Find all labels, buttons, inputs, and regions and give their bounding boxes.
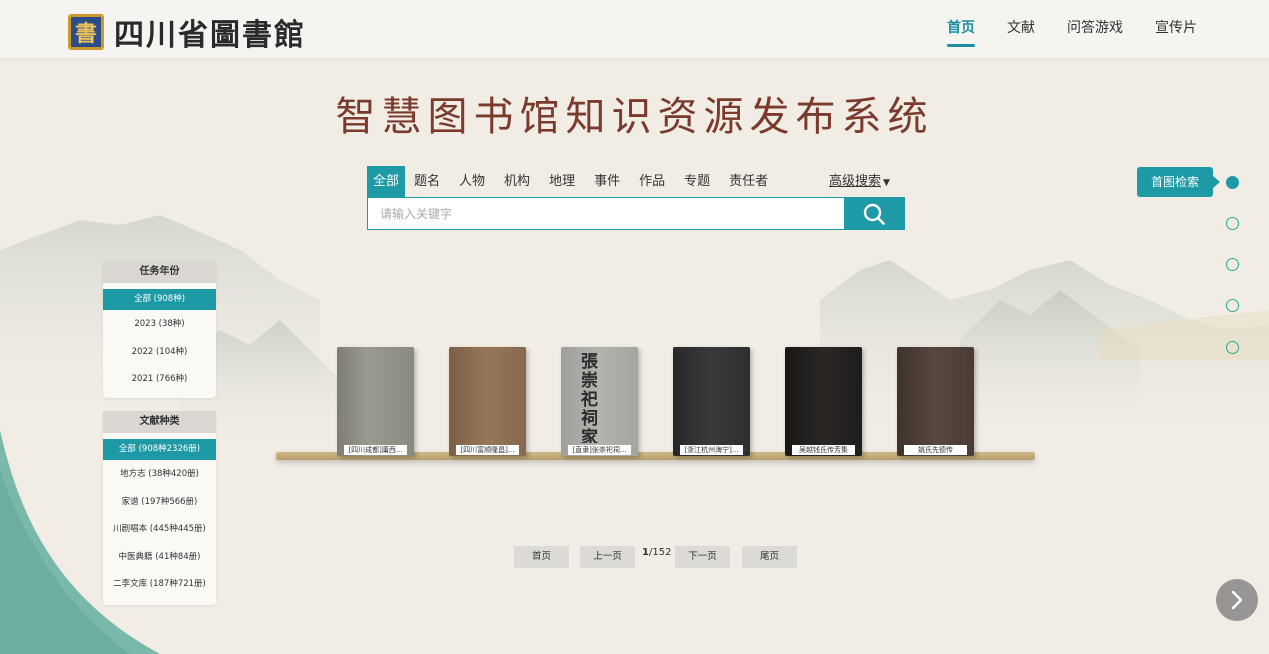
page-last-button[interactable]: 尾页 [742, 546, 797, 568]
top-header: 書 四川省圖書館 首页 文献 问答游戏 宣传片 [0, 0, 1269, 58]
search-icon [863, 203, 885, 225]
nav-documents[interactable]: 文献 [1007, 0, 1035, 58]
book-cover [673, 347, 750, 456]
filter-type-sichuan-opera[interactable]: 川剧唱本 (445种445册) [103, 516, 216, 544]
book-item[interactable]: [浙江杭州海宁]... [673, 347, 750, 456]
book-cover [337, 347, 414, 456]
search-tab-title[interactable]: 题名 [409, 166, 445, 197]
search-button[interactable] [844, 198, 904, 229]
book-item[interactable]: 張崇祀祠家譜 [直隶]张崇祀祠... [561, 347, 638, 456]
side-nav-dot-1[interactable] [1226, 176, 1239, 189]
filter-year-2023[interactable]: 2023 (38种) [103, 311, 216, 339]
filter-type-erli-library[interactable]: 二李文库 (187种721册) [103, 571, 216, 599]
search-tabs: 全部 题名 人物 机构 地理 事件 作品 专题 责任者 [367, 166, 782, 197]
side-nav-current-label[interactable]: 首图检索 [1137, 167, 1220, 197]
search-tab-person[interactable]: 人物 [454, 166, 490, 197]
book-cover: 張崇祀祠家譜 [561, 347, 638, 456]
main-nav: 首页 文献 问答游戏 宣传片 [915, 0, 1197, 58]
filter-type-title: 文献种类 [103, 411, 216, 433]
book-label: 吴越钱氏传芳集 [792, 445, 855, 455]
book-label: [直隶]张崇祀祠... [568, 445, 631, 455]
filter-panel-type: 文献种类 全部 (908种2326册) 地方志 (38种420册) 家谱 (19… [103, 411, 216, 605]
book-cover-title: 張崇祀祠家譜 [581, 353, 598, 443]
book-label: [四川成都]庸西... [344, 445, 407, 455]
page-prev-button[interactable]: 上一页 [580, 546, 635, 568]
book-item[interactable]: 吴越钱氏传芳集 [785, 347, 862, 456]
page-indicator: 1/152 [642, 547, 671, 558]
library-logo[interactable]: 書 四川省圖書館 [68, 10, 306, 54]
page-title: 智慧图书馆知识资源发布系统 [335, 94, 934, 140]
search-tab-event[interactable]: 事件 [589, 166, 625, 197]
page-total: /152 [648, 547, 672, 558]
nav-quiz-game[interactable]: 问答游戏 [1067, 0, 1123, 58]
filter-panel-year: 任务年份 全部 (908种) 2023 (38种) 2022 (104种) 20… [103, 261, 216, 398]
pagination: 首页 上一页 1/152 下一页 尾页 [0, 546, 1269, 568]
search-box [367, 197, 905, 230]
side-nav-dot-5[interactable] [1226, 341, 1239, 354]
search-tab-all[interactable]: 全部 [367, 166, 406, 197]
caret-down-icon: ▼ [883, 178, 890, 188]
filter-year-2022[interactable]: 2022 (104种) [103, 339, 216, 367]
book-cover [785, 347, 862, 456]
advanced-search-link[interactable]: 高级搜索 ▼ [829, 166, 890, 197]
filter-type-local-gazetteer[interactable]: 地方志 (38种420册) [103, 461, 216, 489]
search-tab-organization[interactable]: 机构 [499, 166, 535, 197]
nav-home[interactable]: 首页 [947, 0, 975, 58]
search-tab-author[interactable]: 责任者 [724, 166, 773, 197]
search-tab-geography[interactable]: 地理 [544, 166, 580, 197]
book-cover [897, 347, 974, 456]
side-nav-dot-2[interactable] [1226, 217, 1239, 230]
book-label: [浙江杭州海宁]... [680, 445, 743, 455]
side-nav-dot-4[interactable] [1226, 299, 1239, 312]
next-section-button[interactable] [1216, 579, 1258, 621]
book-item[interactable]: [四川成都]庸西... [337, 347, 414, 456]
book-label: [四川富顺隆昌]... [456, 445, 519, 455]
search-tab-work[interactable]: 作品 [634, 166, 670, 197]
logo-seal-icon: 書 [68, 14, 104, 50]
filter-type-all[interactable]: 全部 (908种2326册) [103, 439, 216, 460]
chevron-right-icon [1231, 590, 1243, 610]
nav-promo-video[interactable]: 宣传片 [1155, 0, 1197, 58]
filter-year-title: 任务年份 [103, 261, 216, 283]
book-cover [449, 347, 526, 456]
search-tab-topic[interactable]: 专题 [679, 166, 715, 197]
filter-year-all[interactable]: 全部 (908种) [103, 289, 216, 310]
filter-type-genealogy[interactable]: 家谱 (197种566册) [103, 489, 216, 517]
book-item[interactable]: 姚氏先德传 [897, 347, 974, 456]
search-input[interactable] [368, 198, 844, 229]
advanced-search-label: 高级搜索 [829, 174, 882, 189]
page-current: 1 [642, 547, 649, 558]
side-nav-dot-3[interactable] [1226, 258, 1239, 271]
book-label: 姚氏先德传 [904, 445, 967, 455]
page-first-button[interactable]: 首页 [514, 546, 569, 568]
logo-text: 四川省圖書館 [114, 18, 306, 53]
book-item[interactable]: [四川富顺隆昌]... [449, 347, 526, 456]
filter-year-2021[interactable]: 2021 (766种) [103, 366, 216, 394]
page-next-button[interactable]: 下一页 [675, 546, 730, 568]
